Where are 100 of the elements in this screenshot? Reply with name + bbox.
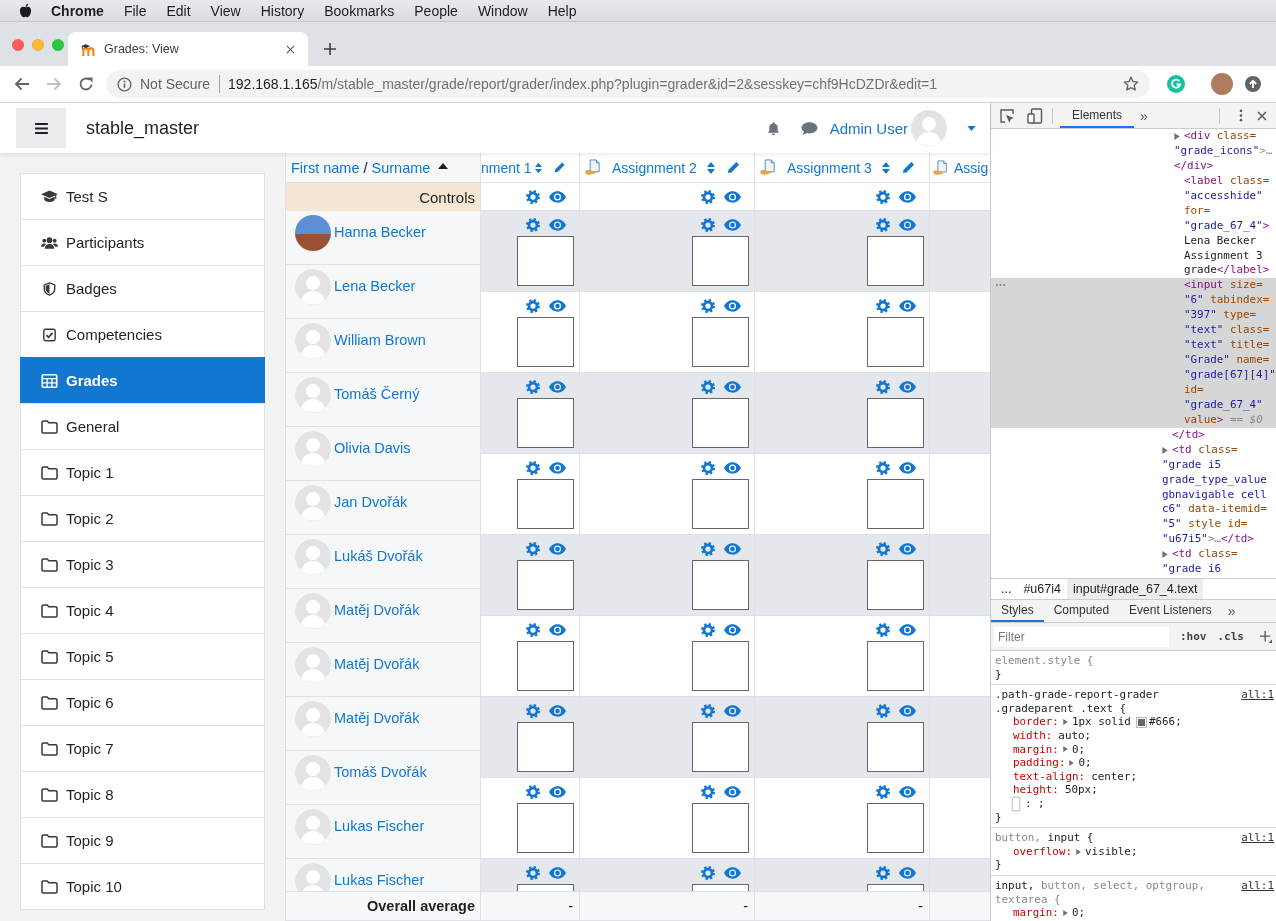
sidebar-item[interactable]: Participants [20,219,265,266]
menu-app-name[interactable]: Chrome [51,2,104,19]
source-link[interactable]: all:1 [1241,878,1274,893]
eye-icon[interactable] [724,705,741,717]
css-value[interactable]: 0; [1071,742,1086,757]
css-value[interactable]: visible; [1085,844,1138,859]
gear-icon[interactable] [526,189,540,204]
gear-icon[interactable] [701,189,715,204]
eye-icon[interactable] [724,190,741,203]
css-value[interactable]: auto; [1058,728,1092,743]
gear-icon[interactable] [701,299,715,313]
eye-icon[interactable] [899,624,916,636]
grade-input-field[interactable] [867,722,924,772]
grade-input-field[interactable] [517,641,574,691]
gear-icon[interactable] [876,189,890,204]
eye-icon[interactable] [549,381,566,393]
css-value[interactable]: 1px solid [1071,715,1131,729]
expand-triangle-icon[interactable] [1162,446,1168,454]
grade-input-field[interactable] [867,398,924,448]
assignment-link[interactable]: nment 1 [481,159,532,176]
gear-icon[interactable] [526,461,540,475]
expand-triangle-icon[interactable] [1069,759,1075,766]
gear-icon[interactable] [701,704,715,718]
sidebar-item[interactable]: Topic 3 [20,541,265,588]
eye-icon[interactable] [899,705,916,717]
sidebar-item[interactable]: Topic 10 [20,863,265,910]
gear-icon[interactable] [526,623,540,637]
gear-icon[interactable] [876,461,890,475]
sidebar-item[interactable]: General [20,403,265,450]
plus-icon[interactable] [324,43,336,55]
expand-triangle-icon[interactable] [1076,848,1081,855]
user-name-link[interactable]: Admin User [829,119,908,137]
css-property[interactable]: overflow: [1013,844,1072,859]
eye-icon[interactable] [899,867,916,879]
panel-tab[interactable]: Event Listeners [1119,600,1222,622]
menu-item[interactable]: File [123,2,147,19]
grade-input-field[interactable] [692,803,749,853]
css-property[interactable]: width: [1013,728,1053,743]
gear-icon[interactable] [876,299,890,313]
expand-triangle-icon[interactable] [1062,719,1068,726]
gear-icon[interactable] [876,704,890,718]
student-name-link[interactable]: Matěj Dvořák [334,656,420,672]
gear-icon[interactable] [876,866,890,880]
eye-icon[interactable] [899,300,916,312]
eye-icon[interactable] [549,786,566,798]
grade-input-field[interactable] [867,641,924,691]
student-name-link[interactable]: Lukas Fischer [334,872,425,888]
source-link[interactable]: all:1 [1241,688,1274,702]
sidebar-item[interactable]: Topic 7 [20,725,265,772]
grade-input-field[interactable] [867,479,924,529]
sidebar-item[interactable]: Topic 4 [20,587,265,634]
grade-input-field[interactable] [517,398,574,448]
gear-icon[interactable] [876,542,890,556]
filter-toggle-button[interactable]: .cls [1217,630,1244,643]
eye-icon[interactable] [899,219,916,231]
student-name-link[interactable]: Lukas Fischer [334,818,425,834]
sort-icon[interactable] [534,161,542,174]
sidebar-item[interactable]: Topic 8 [20,771,265,818]
eye-icon[interactable] [724,462,741,474]
breadcrumb[interactable]: ... [995,579,1018,599]
eye-icon[interactable] [724,219,741,231]
first-name-sort-link[interactable]: First name [291,159,360,176]
sort-ascending-icon[interactable] [438,162,449,169]
sidebar-item[interactable]: Topic 6 [20,679,265,726]
sidebar-item[interactable]: Grades [20,357,265,404]
css-property[interactable]: margin: [1013,906,1059,920]
sort-icon[interactable] [881,161,890,174]
device-toolbar-icon[interactable] [1027,107,1043,124]
eye-icon[interactable] [549,300,566,312]
css-value[interactable]: 50px; [1064,783,1098,797]
plus-icon[interactable] [1260,630,1272,643]
eye-icon[interactable] [724,624,741,636]
grade-input-field[interactable] [867,560,924,610]
menu-item[interactable]: View [210,2,241,19]
eye-icon[interactable] [899,190,916,203]
eye-icon[interactable] [549,867,566,879]
eye-icon[interactable] [549,219,566,231]
eye-icon[interactable] [549,462,566,474]
site-name[interactable]: stable_master [86,117,200,139]
css-value[interactable]: #666; [1148,715,1182,729]
sort-icon[interactable] [706,161,715,174]
security-label[interactable]: Not Secure [140,76,211,92]
reload-icon[interactable] [78,76,94,92]
menu-item[interactable]: Bookmarks [324,2,395,19]
eye-icon[interactable] [899,381,916,393]
grade-input-field[interactable] [867,236,924,286]
css-property[interactable]: border: [1013,715,1059,729]
sidebar-item[interactable]: Topic 5 [20,633,265,680]
sidebar-item[interactable]: Topic 1 [20,449,265,496]
menu-item[interactable]: History [260,2,305,19]
arrow-up-circle-icon[interactable] [1245,76,1261,92]
eye-icon[interactable] [899,462,916,474]
ellipsis-icon[interactable] [996,284,1005,287]
more-tabs-button[interactable]: » [1227,600,1236,622]
grade-input-field[interactable] [692,641,749,691]
chat-bubble-icon[interactable] [800,120,818,136]
panel-tab[interactable]: Computed [1043,600,1120,622]
bell-icon[interactable] [765,120,781,136]
expand-triangle-icon[interactable] [1162,551,1168,559]
student-name-link[interactable]: Jan Dvořák [334,494,408,510]
